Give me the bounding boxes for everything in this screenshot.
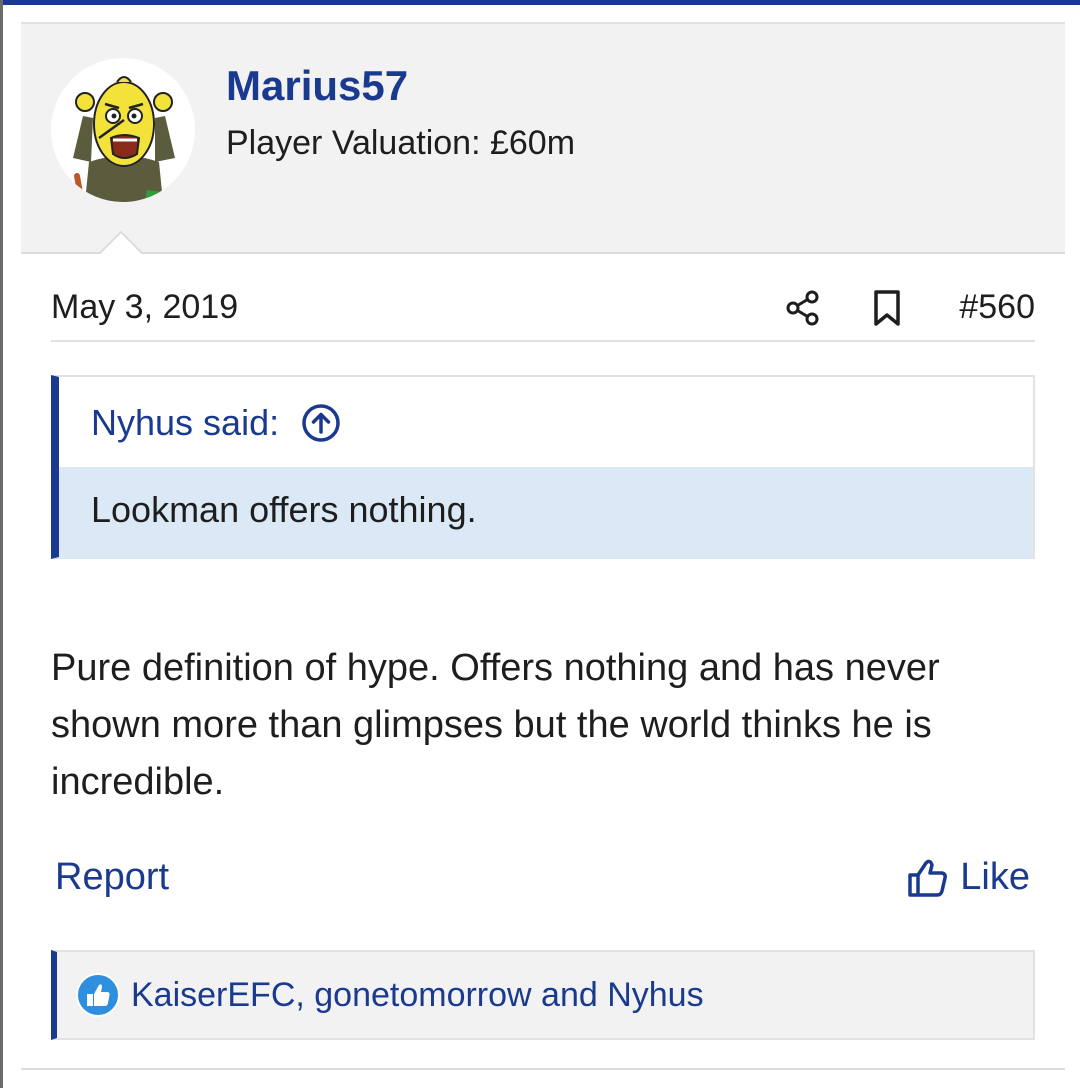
post-number-link[interactable]: #560 xyxy=(959,288,1035,327)
report-link[interactable]: Report xyxy=(55,856,169,899)
post-meta-row: May 3, 2019 #560 xyxy=(51,284,1035,342)
quote-body: Lookman offers nothing. xyxy=(59,467,1033,559)
reaction-users[interactable]: KaiserEFC, gonetomorrow and Nyhus xyxy=(131,976,704,1015)
forum-post-page: Marius57 Player Valuation: £60m May 3, 2… xyxy=(0,0,1080,1088)
like-label: Like xyxy=(960,856,1030,898)
reactions-bar[interactable]: KaiserEFC, gonetomorrow and Nyhus xyxy=(51,950,1035,1040)
thumbs-up-icon xyxy=(906,857,948,899)
post-user-header: Marius57 Player Valuation: £60m xyxy=(21,24,1065,268)
arrow-up-circle-icon[interactable] xyxy=(301,403,341,443)
top-accent-bar xyxy=(3,0,1080,5)
post-date[interactable]: May 3, 2019 xyxy=(51,288,238,327)
like-reaction-icon xyxy=(75,972,121,1018)
quote-text: Lookman offers nothing. xyxy=(91,489,477,530)
lemon-cartoon-avatar-icon xyxy=(51,58,195,202)
avatar[interactable] xyxy=(51,58,195,202)
quote-author[interactable]: Nyhus said: xyxy=(91,402,279,444)
post-message: Pure definition of hype. Offers nothing … xyxy=(51,647,940,803)
post-author-username[interactable]: Marius57 xyxy=(226,62,408,110)
quote-header: Nyhus said: xyxy=(91,399,341,447)
quote-block: Nyhus said: Lookman offers nothing. xyxy=(51,375,1035,559)
like-button[interactable]: Like xyxy=(906,856,1030,899)
header-pointer-arrow xyxy=(99,224,143,268)
post-author-title: Player Valuation: £60m xyxy=(226,124,576,162)
bookmark-icon[interactable] xyxy=(867,288,907,328)
share-icon[interactable] xyxy=(783,288,823,328)
divider xyxy=(21,1068,1065,1070)
